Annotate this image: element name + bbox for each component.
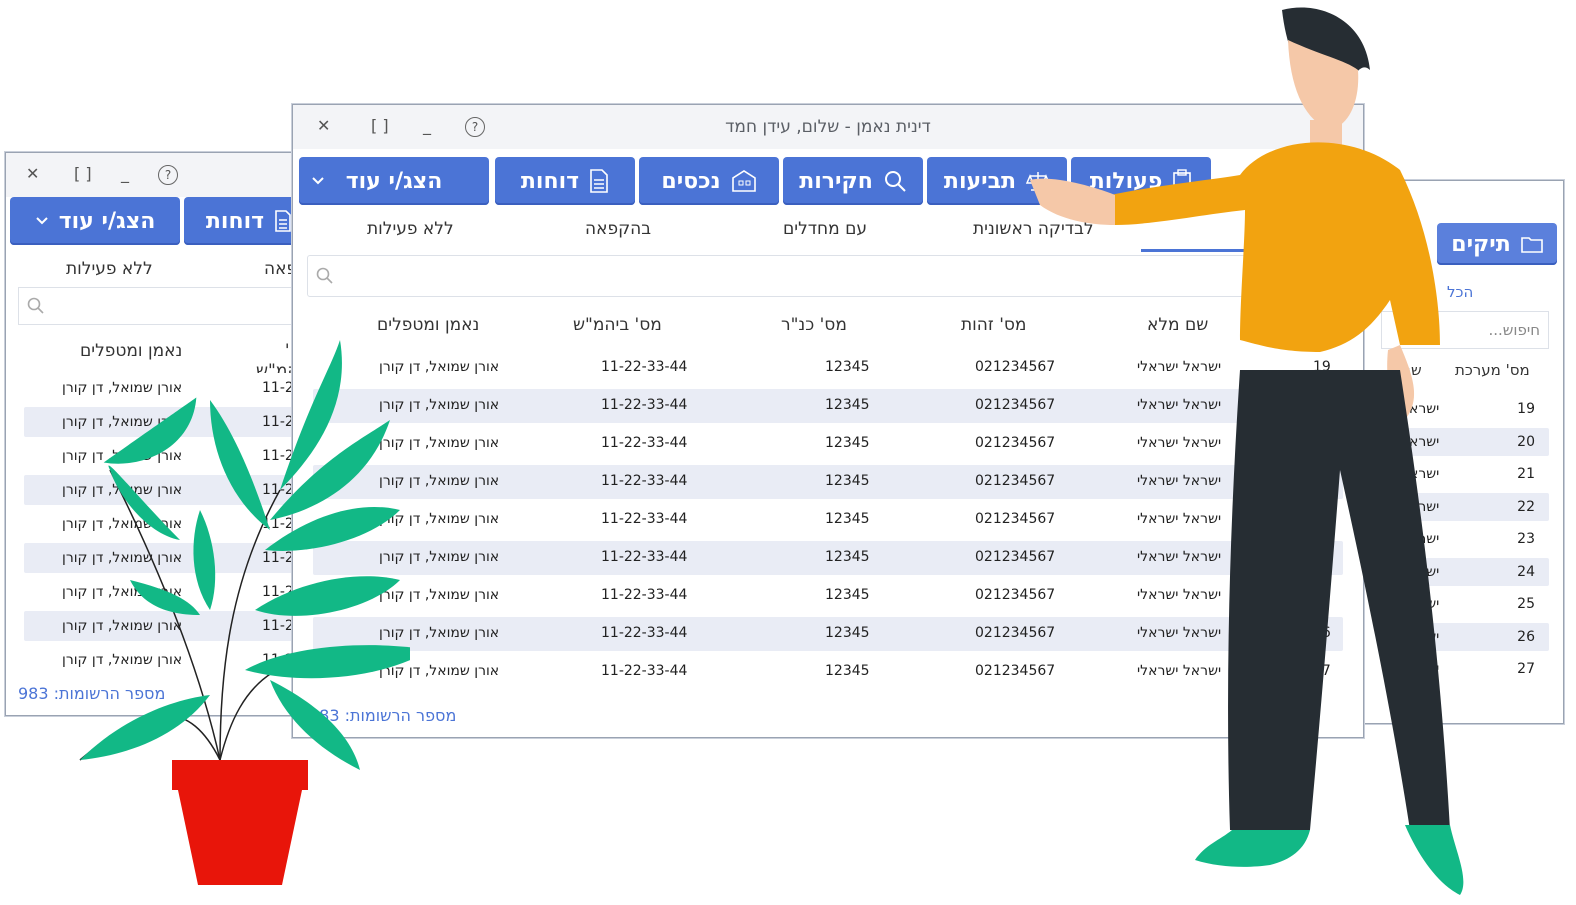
cell-court-no: 11-22-33-44 bbox=[601, 397, 688, 413]
help-icon[interactable]: ? bbox=[465, 117, 485, 137]
reports-button[interactable]: דוחות bbox=[495, 157, 635, 205]
show-more-button[interactable]: הצג/י עוד bbox=[10, 197, 180, 245]
cell-receiver-no: 12345 bbox=[825, 587, 870, 603]
close-icon[interactable]: ✕ bbox=[26, 165, 39, 183]
cell-court-no: 11-22-33-44 bbox=[601, 663, 688, 679]
cell-receiver-no: 12345 bbox=[825, 397, 870, 413]
help-icon[interactable]: ? bbox=[158, 165, 178, 185]
col-trustee[interactable]: נאמן ומטפלים bbox=[377, 315, 479, 335]
cell-receiver-no: 12345 bbox=[825, 549, 870, 565]
cell-system-no: 19 bbox=[1517, 401, 1535, 417]
reports-label: דוחות bbox=[205, 208, 265, 234]
reports-button[interactable]: דוחות bbox=[184, 197, 306, 245]
document-icon bbox=[275, 210, 291, 232]
cell-system-no: 25 bbox=[1517, 596, 1535, 612]
cell-system-no: 26 bbox=[1517, 628, 1535, 645]
building-icon bbox=[731, 170, 756, 192]
search-icon bbox=[884, 171, 906, 192]
cell-system-no: 21 bbox=[1517, 466, 1535, 482]
cell-receiver-no: 12345 bbox=[825, 473, 870, 489]
close-icon[interactable]: ✕ bbox=[317, 117, 330, 135]
assets-button[interactable]: נכסים bbox=[639, 157, 779, 205]
cell-receiver-no: 12345 bbox=[825, 625, 870, 641]
minimize-icon[interactable]: _ bbox=[121, 165, 129, 183]
person-illustration bbox=[1030, 7, 1464, 895]
search-placeholder: חיפוש... bbox=[1488, 321, 1540, 339]
col-receiver-no[interactable]: מס' כנ"ר bbox=[781, 315, 847, 335]
maximize-icon[interactable]: [ ] bbox=[371, 117, 389, 135]
document-icon bbox=[590, 169, 608, 193]
cell-receiver-no: 12345 bbox=[825, 511, 870, 527]
show-more-label: הצג/י עוד bbox=[58, 208, 156, 234]
chevron-down-icon bbox=[35, 217, 48, 225]
investigations-button[interactable]: חקירות bbox=[783, 157, 923, 205]
cell-system-no: 22 bbox=[1517, 498, 1535, 515]
cell-court-no: 11-22-33-44 bbox=[601, 587, 688, 603]
cell-system-no: 27 bbox=[1517, 661, 1535, 677]
tab-defaults[interactable]: עם מחדלים bbox=[783, 219, 867, 239]
investigations-label: חקירות bbox=[799, 168, 873, 194]
cell-court-no: 11-22-33-44 bbox=[601, 473, 688, 489]
folder-icon bbox=[1520, 237, 1543, 253]
tab-no-activity[interactable]: ללא פעילות bbox=[367, 219, 454, 239]
left-title-bar bbox=[6, 153, 306, 197]
show-more-label: הצג/י עוד bbox=[345, 168, 443, 194]
col-id-no[interactable]: מס' זהות bbox=[961, 315, 1026, 335]
search-icon bbox=[27, 297, 44, 314]
col-court-no[interactable]: מס' ביהמ"ש bbox=[573, 315, 662, 335]
cell-court-no: 11-22-33-44 bbox=[601, 511, 688, 527]
minimize-icon[interactable]: _ bbox=[423, 117, 431, 135]
cell-system-no: 23 bbox=[1517, 531, 1535, 547]
claims-label: תביעות bbox=[943, 168, 1017, 194]
search-icon bbox=[316, 267, 333, 284]
cell-receiver-no: 12345 bbox=[825, 435, 870, 451]
cell-court-no: 11-22-33-44 bbox=[601, 359, 688, 375]
maximize-icon[interactable]: [ ] bbox=[74, 165, 92, 183]
left-search-input[interactable] bbox=[18, 287, 306, 325]
plant-illustration bbox=[79, 340, 410, 885]
cell-court-no: 11-22-33-44 bbox=[601, 435, 688, 451]
show-more-button[interactable]: הצג/י עוד bbox=[299, 157, 489, 205]
cell-system-no: 24 bbox=[1517, 563, 1535, 580]
cell-system-no: 20 bbox=[1517, 433, 1535, 450]
tab-frozen[interactable]: בהקפאה bbox=[585, 219, 651, 239]
reports-label: דוחות bbox=[520, 168, 580, 194]
tab-no-activity[interactable]: ללא פעילות bbox=[66, 259, 153, 279]
cell-receiver-no: 12345 bbox=[825, 663, 870, 679]
cell-court-no: 11-22-33-44 bbox=[601, 549, 688, 565]
assets-label: נכסים bbox=[661, 168, 721, 194]
cell-receiver-no: 12345 bbox=[825, 359, 870, 375]
cell-court-no: 11-22-33-44 bbox=[601, 625, 688, 641]
chevron-down-icon bbox=[312, 177, 324, 185]
